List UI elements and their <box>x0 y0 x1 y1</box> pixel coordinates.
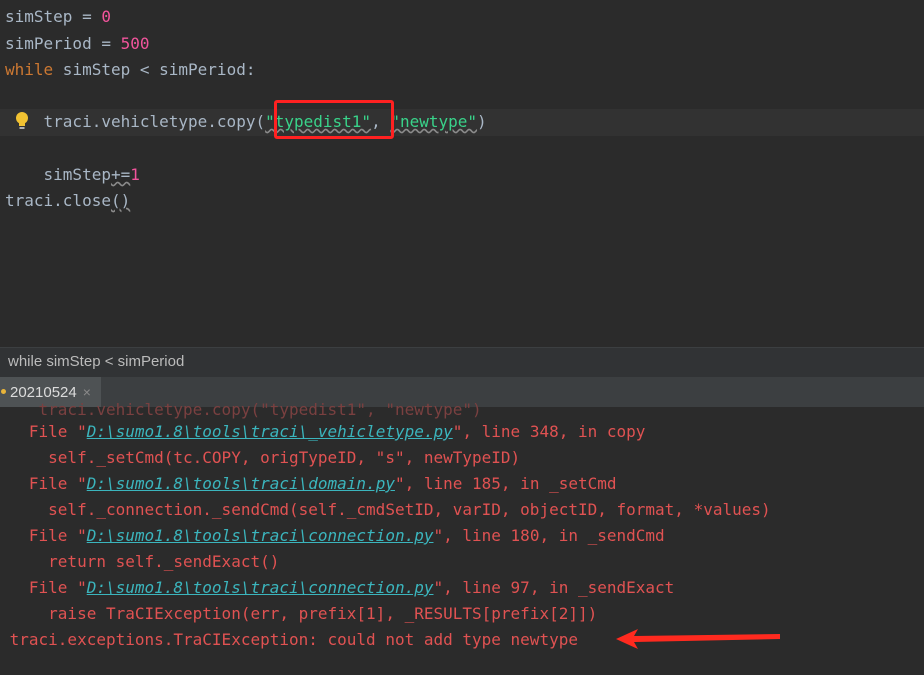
string-newtype: "newtype" <box>390 112 478 131</box>
breadcrumb[interactable]: while simStep < simPeriod <box>0 347 924 377</box>
code-line-1[interactable]: simStep = 0 <box>0 4 111 30</box>
console-line: self._connection._sendCmd(self._cmdSetID… <box>0 500 771 519</box>
red-highlight-box <box>274 100 394 139</box>
run-status-icon <box>1 389 6 394</box>
file-link[interactable]: D:\sumo1.8\tools\traci\connection.py <box>87 526 434 545</box>
code-line-3[interactable]: while simStep < simPeriod: <box>0 57 255 83</box>
code-editor[interactable]: simStep = 0 simPeriod = 500 while simSte… <box>0 0 924 347</box>
console-line: File "D:\sumo1.8\tools\traci\_vehicletyp… <box>0 422 646 441</box>
console-line: File "D:\sumo1.8\tools\traci\connection.… <box>0 526 665 545</box>
console-line: raise TraCIException(err, prefix[1], _RE… <box>0 604 598 623</box>
file-link[interactable]: D:\sumo1.8\tools\traci\_vehicletype.py <box>87 422 453 441</box>
code-line-2[interactable]: simPeriod = 500 <box>0 31 150 57</box>
code-line-4[interactable]: traci.vehicletype.copy("typedist1", "new… <box>0 109 487 135</box>
code-line-5[interactable]: simStep+=1 <box>0 162 140 188</box>
console-line: File "D:\sumo1.8\tools\traci\connection.… <box>0 578 675 597</box>
red-arrow-annotation <box>616 629 780 649</box>
exception-message: traci.exceptions.TraCIException: could n… <box>0 630 578 649</box>
file-link[interactable]: D:\sumo1.8\tools\traci\domain.py <box>87 474 395 493</box>
file-link[interactable]: D:\sumo1.8\tools\traci\connection.py <box>87 578 434 597</box>
code-line-6[interactable]: traci.close() <box>0 188 130 214</box>
console-line: return self._sendExact() <box>0 552 280 571</box>
console-line: self._setCmd(tc.COPY, origTypeID, "s", n… <box>0 448 521 467</box>
console-line: File "D:\sumo1.8\tools\traci\domain.py",… <box>0 474 617 493</box>
run-console[interactable]: traci.vehicletype.copy("typedist1", "new… <box>0 400 924 675</box>
